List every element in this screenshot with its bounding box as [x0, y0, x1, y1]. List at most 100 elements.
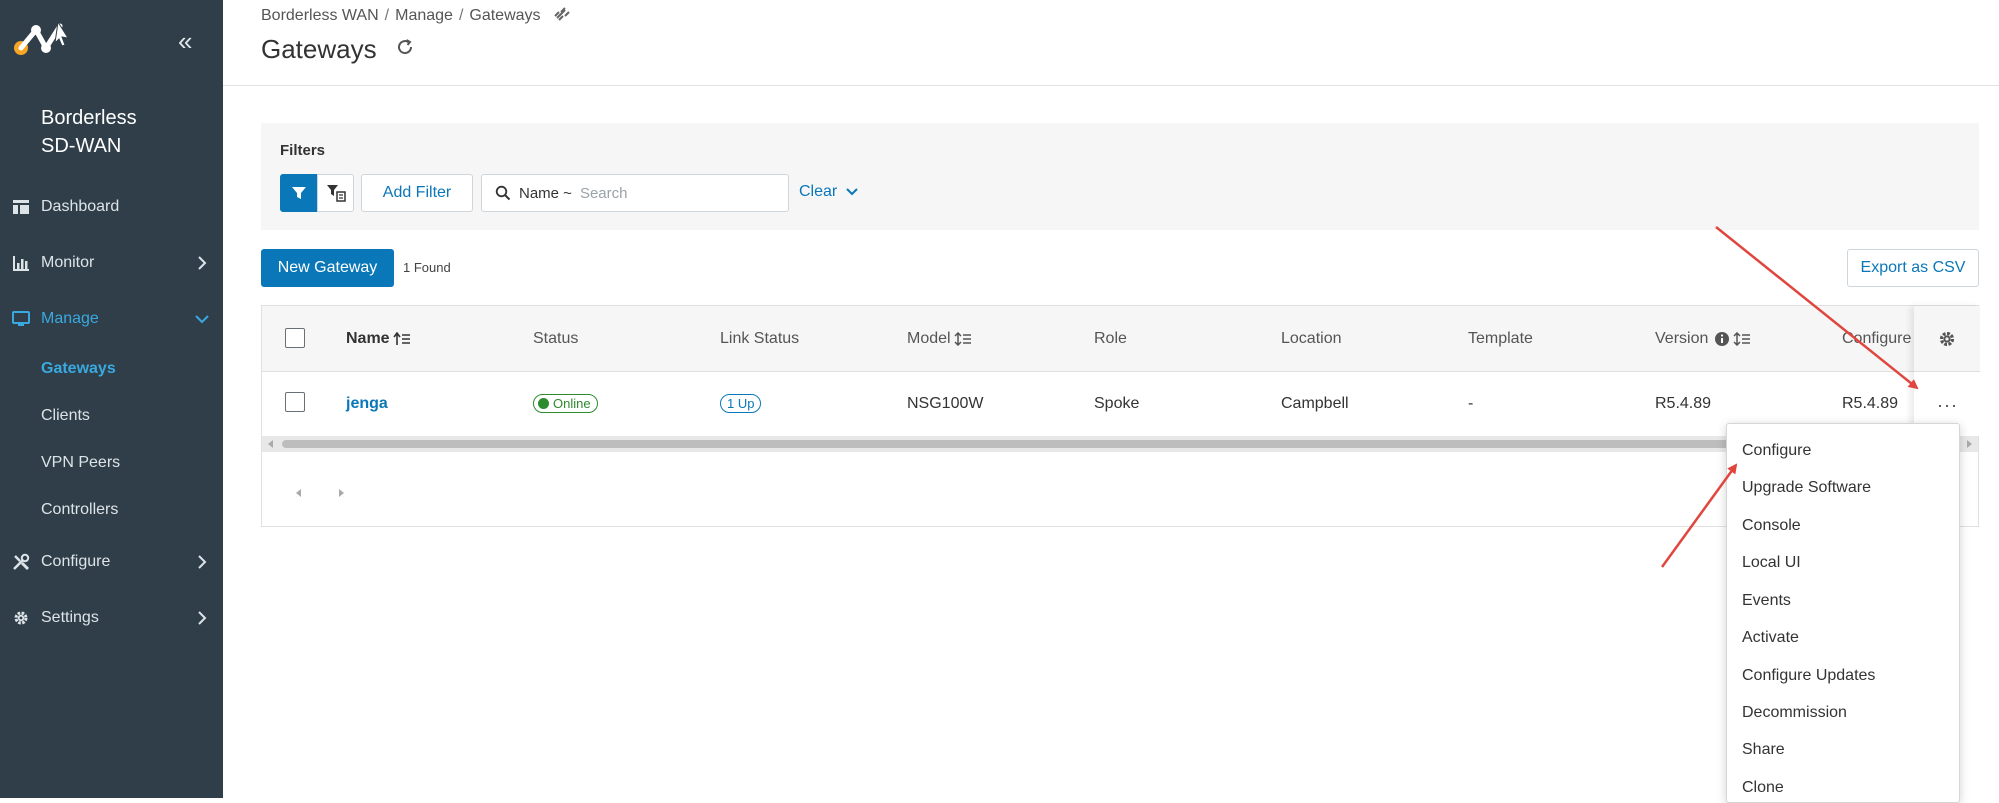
filter-list-button[interactable]	[317, 174, 354, 212]
sidebar-item-label: Configure	[41, 553, 111, 570]
sidebar-item-configure[interactable]: Configure	[0, 542, 223, 582]
dashboard-icon	[13, 200, 29, 214]
row-checkbox[interactable]	[285, 392, 305, 412]
previous-page-icon[interactable]	[292, 486, 306, 500]
actions-column: ···	[1914, 306, 1980, 436]
menu-item-activate[interactable]: Activate	[1742, 629, 1799, 647]
menu-item-console[interactable]: Console	[1742, 517, 1801, 535]
select-all-checkbox[interactable]	[285, 328, 305, 348]
sort-icon[interactable]	[392, 332, 411, 346]
sidebar-item-label: Settings	[41, 609, 99, 626]
result-count: 1 Found	[403, 260, 451, 275]
sidebar-subitem-controllers[interactable]: Controllers	[41, 501, 118, 519]
menu-item-share[interactable]: Share	[1742, 741, 1785, 759]
menu-item-local-ui[interactable]: Local UI	[1742, 554, 1801, 572]
status-cell: Online	[533, 372, 598, 435]
column-header-model[interactable]: Model	[907, 306, 972, 372]
search-icon	[495, 185, 511, 201]
chevron-down-icon	[846, 188, 858, 196]
filter-toggle-button[interactable]	[280, 174, 317, 212]
column-header-configure[interactable]: Configure	[1842, 306, 1914, 372]
export-csv-button[interactable]: Export as CSV	[1847, 249, 1979, 287]
collapse-sidebar-icon[interactable]: «	[178, 28, 192, 54]
column-header-label: Model	[907, 330, 951, 347]
menu-item-configure-updates[interactable]: Configure Updates	[1742, 667, 1875, 685]
sidebar-item-label: Dashboard	[41, 198, 120, 215]
column-header-link-status[interactable]: Link Status	[720, 306, 799, 372]
page-header: Borderless WAN / Manage / Gateways Gateways	[223, 0, 1999, 86]
scroll-right-arrow-icon[interactable]	[1964, 439, 1974, 449]
filter-list-icon	[326, 185, 346, 202]
gateway-name-link[interactable]: jenga	[346, 372, 388, 435]
row-select-cell	[262, 372, 322, 435]
row-actions-more-icon[interactable]: ···	[1937, 396, 1958, 414]
clear-filters-button[interactable]: Clear	[799, 183, 859, 201]
column-header-location[interactable]: Location	[1281, 306, 1342, 372]
refresh-icon[interactable]	[396, 38, 414, 56]
sidebar-item-monitor[interactable]: Monitor	[0, 243, 223, 283]
new-gateway-button[interactable]: New Gateway	[261, 249, 394, 287]
column-header-name[interactable]: Name	[346, 306, 411, 372]
table-row[interactable]: jenga Online 1 Up NSG100W Spoke Campbell…	[262, 372, 1978, 435]
breadcrumb-gateways: Gateways	[469, 7, 541, 24]
column-header-status[interactable]: Status	[533, 306, 578, 372]
filters-title: Filters	[280, 142, 326, 159]
column-settings-gear-icon[interactable]	[1938, 330, 1956, 348]
role-cell: Spoke	[1094, 394, 1140, 412]
brand-name: Borderless SD-WAN	[41, 107, 137, 157]
chart-icon	[13, 256, 29, 271]
column-header-label: Version	[1655, 330, 1709, 347]
chevron-right-icon	[198, 555, 207, 569]
chevron-down-icon	[195, 315, 209, 324]
template-cell: -	[1468, 394, 1474, 412]
page-title: Gateways	[261, 34, 377, 64]
scrollbar-thumb[interactable]	[282, 440, 1742, 448]
search-field[interactable]: Name ~	[481, 174, 789, 212]
column-header-role[interactable]: Role	[1094, 306, 1127, 372]
sidebar-item-manage[interactable]: Manage	[0, 299, 223, 339]
sidebar-subitem-gateways[interactable]: Gateways	[41, 360, 116, 378]
scroll-left-arrow-icon[interactable]	[266, 439, 276, 449]
link-status-badge[interactable]: 1 Up	[720, 394, 762, 413]
sidebar-item-settings[interactable]: Settings	[0, 598, 223, 638]
sidebar-subitem-clients[interactable]: Clients	[41, 407, 90, 425]
sort-icon[interactable]	[1733, 332, 1751, 346]
search-input[interactable]	[577, 183, 758, 203]
info-icon[interactable]	[1714, 331, 1730, 347]
menu-item-upgrade-software[interactable]: Upgrade Software	[1742, 479, 1871, 497]
next-page-icon[interactable]	[334, 486, 348, 500]
gear-icon	[14, 611, 28, 625]
menu-item-clone[interactable]: Clone	[1742, 779, 1784, 797]
sidebar: « Borderless SD-WAN Dashboard Monitor Ma…	[0, 0, 223, 798]
menu-item-events[interactable]: Events	[1742, 592, 1791, 610]
status-label: Online	[553, 396, 591, 411]
row-actions-menu: Configure Upgrade Software Console Local…	[1726, 423, 1960, 803]
sort-icon[interactable]	[954, 332, 972, 346]
location-cell: Campbell	[1281, 394, 1349, 412]
gateways-table: Name Status Link Status Model Role Locat…	[261, 305, 1980, 527]
filter-icon	[291, 187, 306, 199]
sidebar-subitem-vpn-peers[interactable]: VPN Peers	[41, 454, 120, 472]
menu-item-decommission[interactable]: Decommission	[1742, 704, 1847, 722]
sidebar-item-dashboard[interactable]: Dashboard	[0, 187, 223, 227]
horizontal-scrollbar[interactable]	[262, 436, 1978, 452]
actions-column-header	[1914, 306, 1980, 372]
monitor-icon	[12, 311, 30, 326]
link-status-cell: 1 Up	[720, 372, 762, 435]
header-select-cell	[262, 306, 322, 372]
sidebar-item-label: Manage	[41, 310, 99, 327]
clear-label: Clear	[799, 183, 838, 200]
column-header-version[interactable]: Version	[1655, 306, 1751, 372]
brand-logo-icon[interactable]	[12, 18, 72, 60]
chevron-right-icon	[198, 611, 207, 625]
breadcrumb-manage[interactable]: Manage	[395, 7, 453, 24]
add-filter-button[interactable]: Add Filter	[361, 174, 473, 212]
version-cell: R5.4.89	[1655, 394, 1712, 412]
filters-panel: Filters Add Filter Name ~ Clear	[261, 123, 1979, 230]
sidebar-item-label: Monitor	[41, 254, 95, 271]
column-header-template[interactable]: Template	[1468, 306, 1533, 372]
link-icon[interactable]	[553, 6, 571, 22]
menu-item-configure[interactable]: Configure	[1742, 442, 1811, 460]
chevron-right-icon	[198, 256, 207, 270]
breadcrumb-borderless-wan[interactable]: Borderless WAN	[261, 7, 379, 24]
